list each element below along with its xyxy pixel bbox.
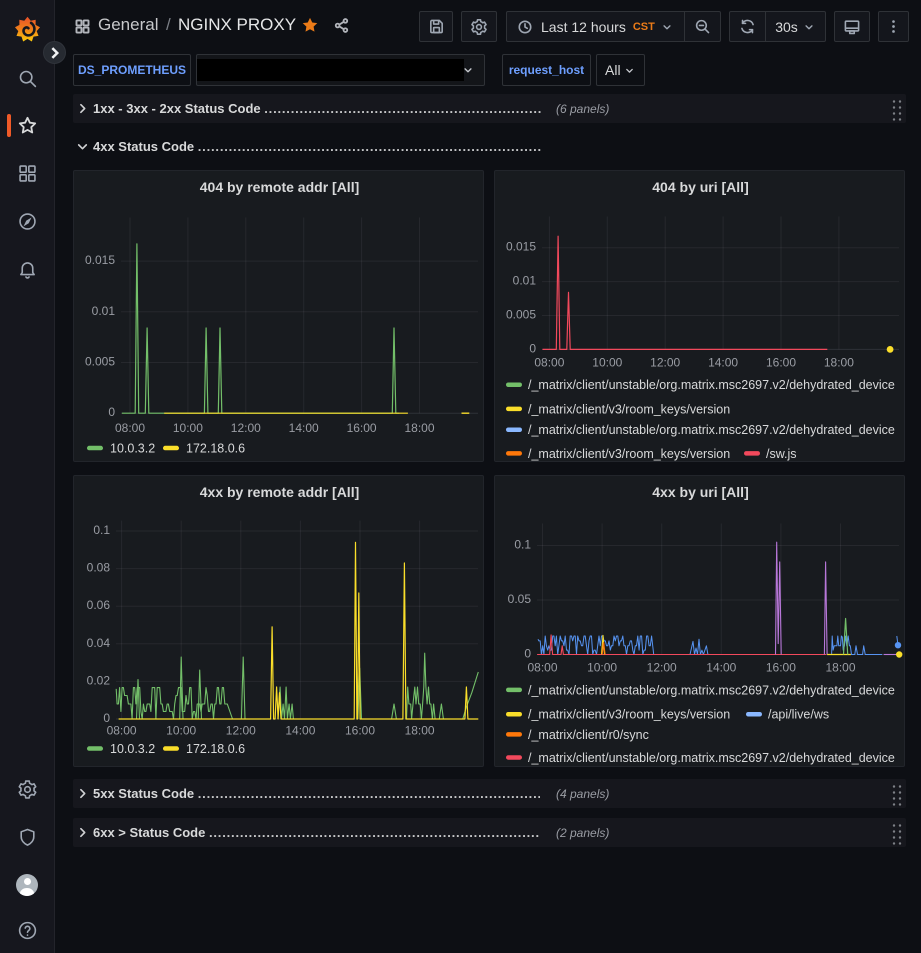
- svg-text:08:00: 08:00: [534, 356, 564, 370]
- svg-text:0: 0: [103, 711, 110, 725]
- svg-text:14:00: 14:00: [706, 661, 736, 675]
- svg-text:/_matrix/client/unstable/org.m: /_matrix/client/unstable/org.matrix.msc2…: [528, 423, 895, 437]
- svg-text:/_matrix/client/v3/room_keys/v: /_matrix/client/v3/room_keys/version: [528, 402, 730, 416]
- svg-text:12:00: 12:00: [650, 356, 680, 370]
- svg-text:10.0.3.2: 10.0.3.2: [110, 442, 155, 456]
- svg-text:4xx by uri [All]: 4xx by uri [All]: [652, 484, 748, 500]
- svg-text:172.18.0.6: 172.18.0.6: [186, 442, 245, 456]
- svg-text:0.015: 0.015: [506, 240, 536, 254]
- svg-text:0.06: 0.06: [87, 598, 111, 612]
- svg-text:0.005: 0.005: [85, 355, 115, 369]
- svg-text:0.005: 0.005: [506, 308, 536, 322]
- svg-text:0.01: 0.01: [513, 274, 537, 288]
- svg-text:10:00: 10:00: [592, 356, 622, 370]
- svg-text:404 by uri [All]: 404 by uri [All]: [652, 179, 748, 195]
- svg-text:/_matrix/client/v3/room_keys/v: /_matrix/client/v3/room_keys/version: [528, 708, 730, 722]
- svg-text:0.1: 0.1: [93, 523, 110, 537]
- svg-text:0.05: 0.05: [508, 592, 532, 606]
- svg-text:/_matrix/client/unstable/org.m: /_matrix/client/unstable/org.matrix.msc2…: [528, 378, 895, 392]
- svg-text:/sw.js: /sw.js: [766, 447, 797, 461]
- svg-text:14:00: 14:00: [285, 724, 315, 738]
- svg-text:16:00: 16:00: [347, 421, 377, 435]
- svg-text:/_matrix/client/unstable/org.m: /_matrix/client/unstable/org.matrix.msc2…: [528, 751, 895, 765]
- svg-text:08:00: 08:00: [527, 661, 557, 675]
- svg-text:0.02: 0.02: [87, 673, 111, 687]
- svg-text:18:00: 18:00: [824, 356, 854, 370]
- svg-text:12:00: 12:00: [647, 661, 677, 675]
- svg-text:10:00: 10:00: [587, 661, 617, 675]
- svg-text:0: 0: [524, 647, 531, 661]
- svg-text:12:00: 12:00: [226, 724, 256, 738]
- svg-text:0.1: 0.1: [514, 538, 531, 552]
- svg-text:12:00: 12:00: [231, 421, 261, 435]
- svg-text:18:00: 18:00: [404, 421, 434, 435]
- svg-text:14:00: 14:00: [708, 356, 738, 370]
- svg-text:/_matrix/client/unstable/org.m: /_matrix/client/unstable/org.matrix.msc2…: [528, 683, 895, 697]
- svg-text:404 by remote addr [All]: 404 by remote addr [All]: [200, 179, 360, 195]
- svg-text:/_matrix/client/v3/room_keys/v: /_matrix/client/v3/room_keys/version: [528, 447, 730, 461]
- svg-text:0.015: 0.015: [85, 253, 115, 267]
- svg-text:172.18.0.6: 172.18.0.6: [186, 742, 245, 756]
- svg-text:18:00: 18:00: [405, 724, 435, 738]
- svg-text:14:00: 14:00: [289, 421, 319, 435]
- svg-text:08:00: 08:00: [115, 421, 145, 435]
- svg-text:0: 0: [529, 341, 536, 355]
- svg-text:10:00: 10:00: [166, 724, 196, 738]
- svg-text:/api/live/ws: /api/live/ws: [768, 708, 829, 722]
- svg-text:16:00: 16:00: [766, 356, 796, 370]
- svg-text:08:00: 08:00: [107, 724, 137, 738]
- svg-text:16:00: 16:00: [766, 661, 796, 675]
- svg-text:10.0.3.2: 10.0.3.2: [110, 742, 155, 756]
- svg-text:18:00: 18:00: [825, 661, 855, 675]
- svg-text:/_matrix/client/r0/sync: /_matrix/client/r0/sync: [528, 728, 649, 742]
- svg-text:0.08: 0.08: [87, 561, 111, 575]
- svg-text:10:00: 10:00: [173, 421, 203, 435]
- svg-text:16:00: 16:00: [345, 724, 375, 738]
- svg-text:4xx by remote addr [All]: 4xx by remote addr [All]: [200, 484, 360, 500]
- svg-text:0.04: 0.04: [87, 636, 111, 650]
- svg-text:0: 0: [108, 405, 115, 419]
- svg-text:0.01: 0.01: [92, 304, 116, 318]
